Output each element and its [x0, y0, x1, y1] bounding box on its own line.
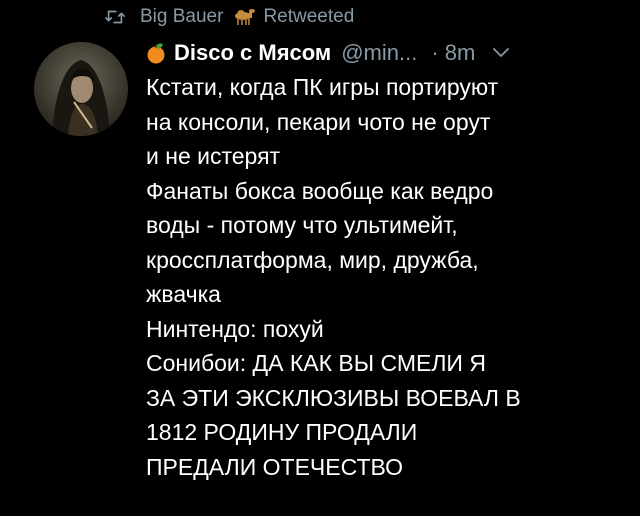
author-display-name[interactable]: Disco с Мясом	[174, 40, 331, 66]
tweet-body: Кстати, когда ПК игры портируют на консо…	[146, 70, 626, 484]
tweet-line: 1812 РОДИНУ ПРОДАЛИ	[146, 419, 418, 445]
retweeted-label: Retweeted	[263, 6, 355, 27]
tweet-line: Кстати, когда ПК игры портируют	[146, 74, 499, 100]
tweet-line: жвачка	[146, 281, 221, 307]
author-handle[interactable]: @min...	[341, 40, 417, 66]
avatar[interactable]	[34, 42, 128, 136]
tangerine-icon	[147, 43, 165, 64]
avatar-image	[34, 42, 128, 136]
camel-icon	[235, 9, 256, 25]
tweet-line: кроссплатформа, мир, дружба,	[146, 246, 479, 273]
tweet-line: ПРЕДАЛИ ОТЕЧЕСТВО	[146, 453, 403, 480]
retweeter-name[interactable]: Big Bauer	[140, 6, 223, 28]
tweet-header: Disco с Мясом @min... · 8m	[146, 38, 618, 68]
tweet-line: ЗА ЭТИ ЭКСКЛЮЗИВЫ ВОЕВАЛ В	[146, 384, 521, 411]
tweet-timestamp[interactable]: · 8m	[431, 40, 475, 66]
tweet-line: воды - потому что ультимейт,	[146, 212, 458, 238]
tweet-line: Фанаты бокса вообще как ведро	[146, 177, 494, 204]
tweet-line: на консоли, пекари чото не орут	[146, 108, 491, 135]
tweet-line: и не истерят	[146, 143, 281, 169]
retweet-context: Big Bauer Retweeted	[104, 4, 354, 30]
chevron-down-icon[interactable]	[493, 48, 510, 58]
tweet-line: Нинтендо: похуй	[146, 315, 324, 342]
retweet-icon	[105, 10, 125, 24]
tweet-line: Сонибои: ДА КАК ВЫ СМЕЛИ Я	[146, 350, 486, 376]
